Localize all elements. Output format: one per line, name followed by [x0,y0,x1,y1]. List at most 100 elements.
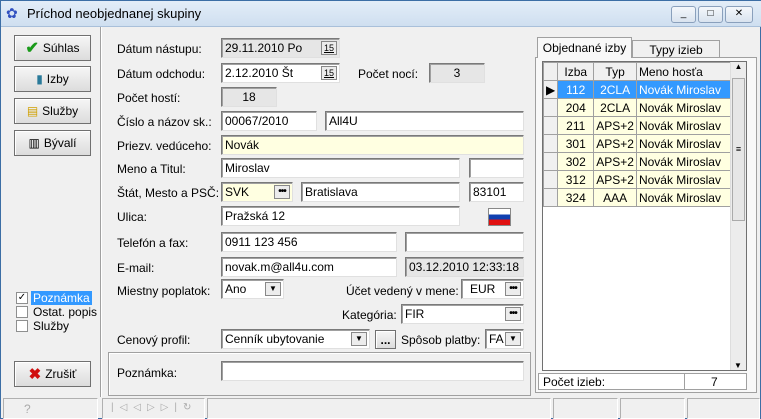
category-lookup-button[interactable]: ••• [505,307,521,321]
tab-objednane-izby[interactable]: Objednané izby [537,37,632,58]
column-header-meno[interactable]: Meno hosťa [635,62,739,81]
cell-meno[interactable]: Novák Miroslav [635,170,739,189]
table-row[interactable]: 301 APS+2 Novák Miroslav [543,134,739,153]
cell-meno[interactable]: Novák Miroslav [635,116,739,135]
maximize-button[interactable]: □ [698,6,723,23]
price-label: Cenový profil: [117,333,191,347]
cell-izba[interactable]: 324 [557,188,595,207]
cell-izba[interactable]: 312 [557,170,595,189]
ostat-popis-checkbox[interactable] [16,306,28,318]
group-name-field[interactable]: All4U [325,111,524,131]
currency-field[interactable]: EUR ••• [461,279,524,299]
row-indicator[interactable] [543,188,559,207]
table-row[interactable]: ▶ 112 2CLA Novák Miroslav [543,80,739,99]
zip-field[interactable]: 83101 [469,182,524,202]
currency-lookup-button[interactable]: ••• [505,282,521,296]
close-button[interactable]: ✕ [725,6,753,23]
phone-label: Telefón a fax: [117,236,189,250]
cell-typ[interactable]: APS+2 [593,170,637,189]
help-icon[interactable]: ? [3,398,98,419]
departure-date-field[interactable]: 2.12.2010 Št 15 [221,63,340,83]
window-title: Príchod neobjednanej skupiny [27,6,202,21]
cell-izba[interactable]: 211 [557,116,595,135]
cell-typ[interactable]: APS+2 [593,134,637,153]
izby-button[interactable]: ▮ Izby [14,66,91,92]
cell-meno[interactable]: Novák Miroslav [635,188,739,207]
table-row[interactable]: 324 AAA Novák Miroslav [543,188,739,207]
book-icon: ▥ [28,136,40,150]
fee-select[interactable]: Ano ▼ [221,279,284,299]
status-panel [207,398,551,419]
cell-meno[interactable]: Novák Miroslav [635,152,739,171]
cell-typ[interactable]: 2CLA [593,98,637,117]
state-field[interactable]: SVK ••• [221,182,293,202]
arrival-date-field[interactable]: 29.11.2010 Po 15 [221,38,340,58]
suhlas-button[interactable]: ✔ Súhlas [14,35,91,61]
row-indicator[interactable] [543,134,559,153]
cell-typ[interactable]: AAA [593,188,637,207]
cell-typ[interactable]: 2CLA [593,80,637,99]
price-more-button[interactable]: ... [375,330,396,349]
column-header-typ[interactable]: Typ [593,62,637,81]
category-field[interactable]: FIR ••• [401,304,524,324]
calendar-icon[interactable]: 15 [321,66,337,80]
cell-izba[interactable]: 112 [557,80,595,99]
note-field[interactable] [221,361,524,381]
scroll-down-icon[interactable]: ▼ [731,361,745,370]
record-navigator[interactable]: |◁◁▷▷|↻ [102,398,205,419]
row-indicator[interactable] [543,152,559,171]
chevron-down-icon[interactable]: ▼ [351,332,367,346]
sluzby-checkbox[interactable] [16,320,28,332]
sluzby-button[interactable]: ▤ Služby [14,98,91,124]
group-number-field[interactable]: 00067/2010 [221,111,317,131]
cell-izba[interactable]: 301 [557,134,595,153]
table-row[interactable]: 312 APS+2 Novák Miroslav [543,170,739,189]
price-profile-select[interactable]: Cenník ubytovanie ▼ [221,329,370,349]
row-indicator[interactable] [543,170,559,189]
poznamka-checkbox[interactable]: ✓ [16,292,28,304]
first-name-field[interactable]: Miroslav [221,158,460,178]
cell-meno[interactable]: Novák Miroslav [635,134,739,153]
grid-scrollbar[interactable]: ▲ ≡ ▼ [730,62,746,370]
table-row[interactable]: 211 APS+2 Novák Miroslav [543,116,739,135]
email-field[interactable]: novak.m@all4u.com [221,257,397,277]
leader-field[interactable]: Novák [221,135,524,155]
cell-izba[interactable]: 302 [557,152,595,171]
cell-typ[interactable]: APS+2 [593,152,637,171]
price-value: Cenník ubytovanie [225,332,325,346]
zrusit-button[interactable]: ✖ Zrušiť [14,361,91,387]
table-row[interactable]: 302 APS+2 Novák Miroslav [543,152,739,171]
cell-typ[interactable]: APS+2 [593,116,637,135]
row-indicator[interactable] [543,116,559,135]
minimize-button[interactable]: _ [671,6,696,23]
row-indicator[interactable] [543,98,559,117]
sluzby-checkbox-label[interactable]: Služby [31,319,71,333]
calendar-icon[interactable]: 15 [321,41,337,55]
city-field[interactable]: Bratislava [301,182,460,202]
byvali-button[interactable]: ▥ Bývalí [14,130,91,156]
ostat-popis-label[interactable]: Ostat. popis [31,305,99,319]
scroll-thumb[interactable]: ≡ [732,78,745,221]
cell-meno[interactable]: Novák Miroslav [635,80,739,99]
slovakia-flag-icon [488,208,511,226]
phone-field[interactable]: 0911 123 456 [221,232,397,252]
services-icon: ▤ [26,104,39,118]
fax-field[interactable] [405,232,524,252]
chevron-down-icon[interactable]: ▼ [505,332,521,346]
tab-typy-izieb[interactable]: Typy izieb [632,40,720,58]
street-field[interactable]: Pražská 12 [221,206,460,226]
cell-meno[interactable]: Novák Miroslav [635,98,739,117]
status-panel [553,398,618,419]
title-field[interactable] [469,158,524,178]
table-row[interactable]: 204 2CLA Novák Miroslav [543,98,739,117]
row-indicator[interactable]: ▶ [543,80,559,99]
scroll-up-icon[interactable]: ▲ [731,62,746,78]
state-lookup-button[interactable]: ••• [274,185,290,199]
cell-izba[interactable]: 204 [557,98,595,117]
column-header-izba[interactable]: Izba [557,62,595,81]
divider [100,27,102,397]
payment-select[interactable]: FA ▼ [485,329,524,349]
izby-label: Izby [46,72,69,86]
chevron-down-icon[interactable]: ▼ [265,282,281,296]
poznamka-checkbox-label[interactable]: Poznámka [31,291,92,305]
